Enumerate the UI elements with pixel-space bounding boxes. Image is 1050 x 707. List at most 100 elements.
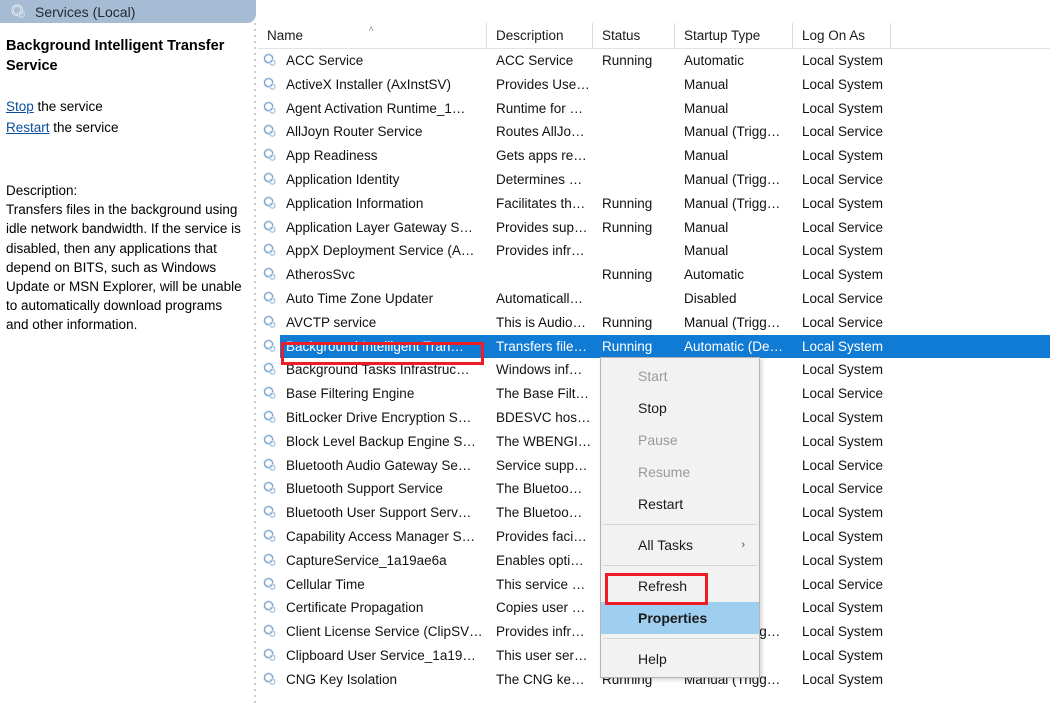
- cell-name: AVCTP service: [258, 311, 487, 335]
- menu-item-restart[interactable]: Restart: [601, 488, 759, 520]
- cell-startup: Automatic: [675, 49, 793, 73]
- cell-logon: Local Service: [793, 477, 891, 501]
- service-details-pane: Background Intelligent Transfer Service …: [0, 23, 254, 707]
- chevron-right-icon: ›: [741, 529, 745, 561]
- cell-name: Clipboard User Service_1a19…: [258, 644, 487, 668]
- cell-name: Application Information: [258, 192, 487, 216]
- tab-services-local[interactable]: Services (Local): [0, 0, 256, 23]
- sort-ascending-icon: ˄: [369, 24, 374, 34]
- cell-description: The WBENGI…: [487, 430, 593, 454]
- menu-item-refresh[interactable]: Refresh: [601, 570, 759, 602]
- cell-name: BitLocker Drive Encryption S…: [258, 406, 487, 430]
- cell-name: Certificate Propagation: [258, 596, 487, 620]
- column-header-label: Log On As: [802, 28, 865, 43]
- cell-logon: Local System: [793, 73, 891, 97]
- stop-service-suffix: the service: [34, 99, 103, 114]
- tab-label: Services (Local): [35, 4, 135, 20]
- cell-logon: Local System: [793, 668, 891, 692]
- column-header-log-on-as[interactable]: Log On As: [793, 23, 891, 48]
- cell-description: Windows inf…: [487, 358, 593, 382]
- cell-logon: Local System: [793, 263, 891, 287]
- cell-status: Running: [593, 311, 675, 335]
- description-text: Transfers files in the background using …: [6, 200, 244, 334]
- cell-status: Running: [593, 216, 675, 240]
- column-header-startup-type[interactable]: Startup Type: [675, 23, 793, 48]
- cell-name: Base Filtering Engine: [258, 382, 487, 406]
- menu-item-help[interactable]: Help: [601, 643, 759, 675]
- menu-separator: [603, 638, 757, 639]
- menu-item-label: All Tasks: [638, 537, 693, 553]
- cell-status: [593, 168, 675, 192]
- table-row[interactable]: AVCTP serviceThis is Audio…RunningManual…: [258, 311, 1050, 335]
- cell-logon: Local System: [793, 144, 891, 168]
- column-header-label: Name: [267, 28, 303, 43]
- cell-description: Enables opti…: [487, 549, 593, 573]
- column-header-status[interactable]: Status: [593, 23, 675, 48]
- table-row[interactable]: Application InformationFacilitates th…Ru…: [258, 192, 1050, 216]
- stop-service-row: Stop the service: [6, 96, 244, 117]
- cell-status: Running: [593, 49, 675, 73]
- cell-name: AppX Deployment Service (A…: [258, 239, 487, 263]
- table-row[interactable]: AtherosSvcRunningAutomaticLocal System: [258, 263, 1050, 287]
- cell-description: Determines …: [487, 168, 593, 192]
- cell-description: The Bluetoo…: [487, 501, 593, 525]
- cell-logon: Local System: [793, 406, 891, 430]
- column-header-description[interactable]: Description: [487, 23, 593, 48]
- table-row[interactable]: Agent Activation Runtime_1…Runtime for ……: [258, 97, 1050, 121]
- table-row[interactable]: Auto Time Zone UpdaterAutomaticall…Disab…: [258, 287, 1050, 311]
- cell-startup: Manual: [675, 144, 793, 168]
- cell-status: [593, 287, 675, 311]
- cell-name: App Readiness: [258, 144, 487, 168]
- menu-separator: [603, 565, 757, 566]
- menu-item-label: Stop: [638, 400, 667, 416]
- cell-description: Routes AllJo…: [487, 120, 593, 144]
- table-row[interactable]: ACC ServiceACC ServiceRunningAutomaticLo…: [258, 49, 1050, 73]
- menu-item-label: Help: [638, 651, 667, 667]
- table-row[interactable]: AppX Deployment Service (A…Provides infr…: [258, 239, 1050, 263]
- cell-startup: Manual: [675, 239, 793, 263]
- cell-name: Bluetooth User Support Serv…: [258, 501, 487, 525]
- cell-name: ACC Service: [258, 49, 487, 73]
- restart-service-link[interactable]: Restart: [6, 120, 50, 135]
- tab-strip: Services (Local): [0, 0, 1050, 23]
- cell-name: Cellular Time: [258, 573, 487, 597]
- pane-splitter[interactable]: [254, 23, 256, 707]
- cell-logon: Local System: [793, 644, 891, 668]
- column-header-name[interactable]: Name ˄: [258, 23, 487, 48]
- service-description-block: Description: Transfers files in the back…: [6, 181, 244, 335]
- table-row[interactable]: AllJoyn Router ServiceRoutes AllJo…Manua…: [258, 120, 1050, 144]
- menu-item-label: Resume: [638, 464, 690, 480]
- cell-logon: Local System: [793, 97, 891, 121]
- cell-name: Client License Service (ClipSV…: [258, 620, 487, 644]
- cell-status: Running: [593, 335, 675, 359]
- menu-item-label: Refresh: [638, 578, 687, 594]
- cell-logon: Local System: [793, 192, 891, 216]
- stop-service-link[interactable]: Stop: [6, 99, 34, 114]
- menu-item-label: Restart: [638, 496, 683, 512]
- cell-description: This service …: [487, 573, 593, 597]
- cell-description: Facilitates th…: [487, 192, 593, 216]
- menu-item-stop[interactable]: Stop: [601, 392, 759, 424]
- cell-logon: Local Service: [793, 311, 891, 335]
- menu-item-properties[interactable]: Properties: [601, 602, 759, 634]
- column-header-label: Startup Type: [684, 28, 760, 43]
- cell-name: Capability Access Manager S…: [258, 525, 487, 549]
- cell-description: Provides faci…: [487, 525, 593, 549]
- services-gear-icon: [11, 4, 27, 20]
- cell-logon: Local System: [793, 596, 891, 620]
- cell-name: Auto Time Zone Updater: [258, 287, 487, 311]
- cell-status: [593, 120, 675, 144]
- cell-name: AtherosSvc: [258, 263, 487, 287]
- table-row[interactable]: Background Intelligent Tran…Transfers fi…: [258, 335, 1050, 359]
- table-row[interactable]: Application IdentityDetermines …Manual (…: [258, 168, 1050, 192]
- cell-description: Provides Use…: [487, 73, 593, 97]
- table-row[interactable]: App ReadinessGets apps re…ManualLocal Sy…: [258, 144, 1050, 168]
- table-row[interactable]: ActiveX Installer (AxInstSV)Provides Use…: [258, 73, 1050, 97]
- cell-logon: Local Service: [793, 454, 891, 478]
- cell-description: This user ser…: [487, 644, 593, 668]
- table-row[interactable]: Application Layer Gateway S…Provides sup…: [258, 216, 1050, 240]
- cell-logon: Local Service: [793, 168, 891, 192]
- cell-description: BDESVC hos…: [487, 406, 593, 430]
- menu-item-all-tasks[interactable]: All Tasks ›: [601, 529, 759, 561]
- cell-description: This is Audio…: [487, 311, 593, 335]
